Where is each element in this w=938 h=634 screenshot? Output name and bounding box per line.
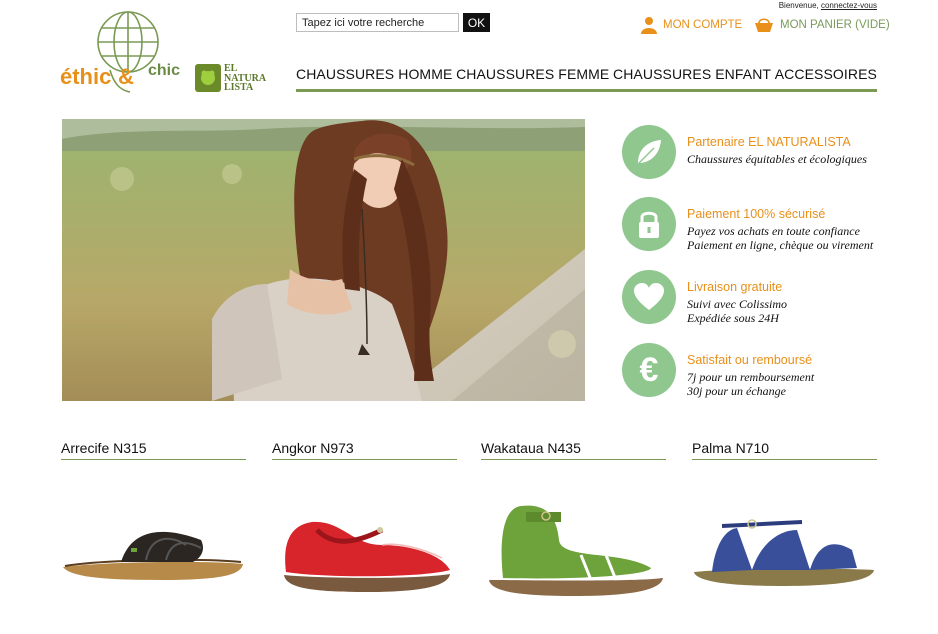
product-card[interactable]: Angkor N973 bbox=[272, 440, 457, 620]
feature-title: Livraison gratuite bbox=[687, 280, 783, 294]
product-name[interactable]: Palma N710 bbox=[692, 440, 877, 460]
cart-link[interactable]: MON PANIER (VIDE) bbox=[754, 15, 890, 35]
cart-label: MON PANIER (VIDE) bbox=[780, 19, 890, 31]
hero-banner-image[interactable] bbox=[62, 119, 585, 401]
feature-line: 7j pour un remboursement bbox=[687, 370, 815, 384]
feature-title: Paiement 100% sécurisé bbox=[687, 207, 826, 221]
nav-item-chaussures-femme[interactable]: CHAUSSURES FEMME bbox=[456, 63, 609, 89]
user-icon bbox=[641, 17, 657, 34]
product-card[interactable]: Arrecife N315 bbox=[61, 440, 246, 620]
logo-text-ampersand: & bbox=[118, 64, 134, 89]
welcome-label: Bienvenue, bbox=[778, 1, 819, 10]
feature-item: € Satisfait ou remboursé 7j pour un remb… bbox=[622, 343, 814, 398]
account-link[interactable]: MON COMPTE bbox=[641, 15, 742, 35]
feature-item: Livraison gratuite Suivi avec Colissimo … bbox=[622, 270, 787, 325]
el-naturalista-logo[interactable]: EL NATURA LISTA bbox=[195, 64, 275, 94]
product-image-shoe-red[interactable] bbox=[272, 500, 457, 600]
nav-item-accessoires[interactable]: ACCESSOIRES bbox=[775, 63, 877, 89]
logo-text-chic: chic bbox=[148, 62, 181, 79]
product-card[interactable]: Wakataua N435 bbox=[481, 440, 666, 620]
lock-icon bbox=[622, 197, 676, 251]
welcome-text: Bienvenue, connectez-vous bbox=[779, 1, 877, 10]
feature-line: Chaussures équitables et écologiques bbox=[687, 152, 867, 166]
site-logo[interactable]: éthic & chic bbox=[60, 10, 190, 94]
feature-title: Satisfait ou remboursé bbox=[687, 353, 813, 367]
feature-line: Suivi avec Colissimo bbox=[687, 297, 787, 311]
nav-item-chaussures-enfant[interactable]: CHAUSSURES ENFANT bbox=[613, 63, 771, 89]
feature-item: Partenaire EL NATURALISTA Chaussures équ… bbox=[622, 125, 867, 179]
main-nav: CHAUSSURES HOMME CHAUSSURES FEMME CHAUSS… bbox=[296, 63, 877, 92]
partner-logo-line: LISTA bbox=[224, 82, 254, 93]
feature-line: 30j pour un échange bbox=[687, 384, 786, 398]
product-image-sandal-blue[interactable] bbox=[692, 500, 877, 600]
feature-title: Partenaire EL NATURALISTA bbox=[687, 135, 851, 149]
product-name[interactable]: Wakataua N435 bbox=[481, 440, 666, 460]
nav-item-chaussures-homme[interactable]: CHAUSSURES HOMME bbox=[296, 63, 452, 89]
connect-link[interactable]: connectez-vous bbox=[821, 1, 877, 10]
logo-text-ethic: éthic bbox=[60, 64, 112, 89]
basket-icon bbox=[755, 18, 773, 32]
hero-photo bbox=[62, 119, 585, 401]
product-image-sandal-black[interactable] bbox=[61, 500, 246, 590]
account-label: MON COMPTE bbox=[663, 19, 743, 31]
product-card[interactable]: Palma N710 bbox=[692, 440, 877, 620]
feature-line: Paiement en ligne, chèque ou virement bbox=[687, 238, 874, 252]
feature-line: Payez vos achats en toute confiance bbox=[687, 224, 860, 238]
search-input[interactable] bbox=[296, 13, 459, 32]
heart-icon bbox=[622, 270, 676, 324]
product-name[interactable]: Arrecife N315 bbox=[61, 440, 246, 460]
product-name[interactable]: Angkor N973 bbox=[272, 440, 457, 460]
search-button[interactable]: OK bbox=[463, 13, 490, 32]
feature-line: Expédiée sous 24H bbox=[687, 311, 779, 325]
feature-item: Paiement 100% sécurisé Payez vos achats … bbox=[622, 197, 873, 252]
leaf-icon bbox=[622, 125, 676, 179]
euro-icon: € bbox=[622, 343, 676, 397]
product-image-sandal-green[interactable] bbox=[481, 500, 666, 600]
frog-icon bbox=[195, 64, 221, 92]
